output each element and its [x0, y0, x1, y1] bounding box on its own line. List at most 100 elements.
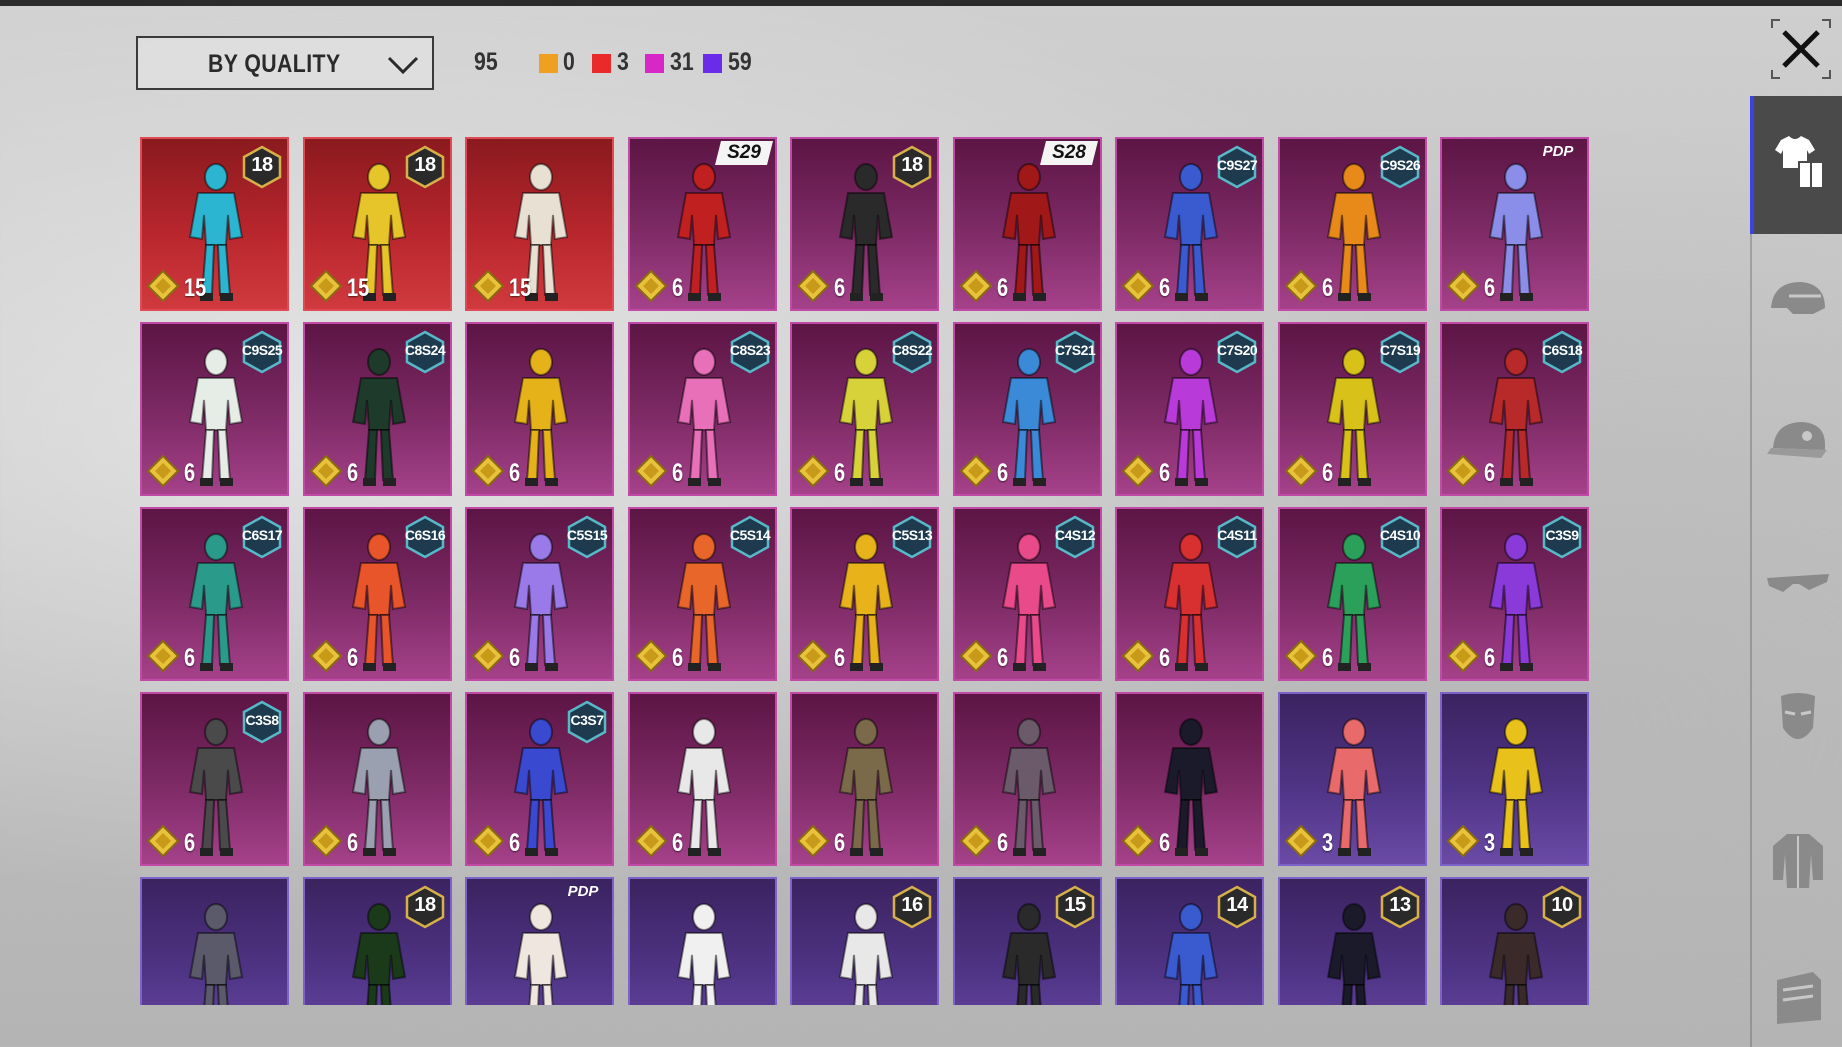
item-cost: 6 — [1159, 829, 1171, 857]
token-icon — [309, 454, 343, 488]
outfit-card[interactable]: 6 C8S23 — [628, 322, 777, 496]
outfit-card[interactable]: 15 18 — [303, 137, 452, 311]
age-rating-badge: 14 — [1216, 885, 1258, 929]
season-badge: C3S7 — [566, 700, 608, 744]
season-badge: C7S20 — [1216, 330, 1258, 374]
outfit-card[interactable]: 6 C6S17 — [140, 507, 289, 681]
pass-badge: PDP — [1533, 143, 1583, 165]
outfit-card[interactable]: 6 C7S20 — [1115, 322, 1264, 496]
outfit-card[interactable]: 6 C4S10 — [1278, 507, 1427, 681]
outfit-card[interactable]: 10 — [1440, 877, 1589, 1005]
outfit-card[interactable]: 15 — [465, 137, 614, 311]
outfit-card[interactable]: 6 — [1115, 692, 1264, 866]
season-badge: C8S24 — [404, 330, 446, 374]
outfit-card[interactable]: 6 — [303, 692, 452, 866]
outfit-card[interactable]: 6 — [465, 322, 614, 496]
outfit-card[interactable]: 16 — [790, 877, 939, 1005]
red-count: 3 — [617, 48, 629, 76]
outfit-card[interactable]: 6 C8S22 — [790, 322, 939, 496]
badge-label: C3S9 — [1545, 527, 1579, 543]
outfit-card[interactable]: 6 C7S19 — [1278, 322, 1427, 496]
outfit-card[interactable]: 6 C5S14 — [628, 507, 777, 681]
badge-label: C9S25 — [241, 342, 283, 358]
badge-label: C9S27 — [1216, 157, 1258, 173]
badge-label: C5S13 — [891, 527, 933, 543]
badge-label: 18 — [251, 154, 273, 176]
outfit-card[interactable]: 6 C3S8 — [140, 692, 289, 866]
outfit-card[interactable]: 15 — [953, 877, 1102, 1005]
outfit-card[interactable]: 6 C5S13 — [790, 507, 939, 681]
token-icon — [1121, 269, 1155, 303]
outfit-icon[interactable] — [1763, 134, 1833, 194]
age-rating-badge: 18 — [404, 145, 446, 189]
season-badge: C4S10 — [1379, 515, 1421, 559]
badge-label: C4S10 — [1379, 527, 1421, 543]
violet-count: 59 — [728, 48, 752, 76]
badge-label: C7S21 — [1054, 342, 1096, 358]
outfit-card[interactable]: 6 C8S24 — [303, 322, 452, 496]
outfit-card[interactable]: 6 18 — [790, 137, 939, 311]
token-icon — [959, 454, 993, 488]
token-icon — [1446, 639, 1480, 673]
item-cost: 6 — [672, 829, 684, 857]
badge-label: C3S8 — [245, 712, 279, 728]
mask-icon[interactable] — [1763, 690, 1833, 750]
token-icon — [471, 824, 505, 858]
outfit-card[interactable] — [140, 877, 289, 1005]
item-cost: 6 — [1322, 644, 1334, 672]
outfit-card[interactable]: 6 C9S27 — [1115, 137, 1264, 311]
cap-icon[interactable] — [1763, 412, 1833, 472]
backpack-icon[interactable] — [1763, 966, 1833, 1026]
outfit-card[interactable]: PDP — [465, 877, 614, 1005]
outfit-card[interactable]: 6 C7S21 — [953, 322, 1102, 496]
sort-dropdown[interactable]: BY QUALITY — [136, 36, 434, 90]
outfit-card[interactable]: 15 18 — [140, 137, 289, 311]
token-icon — [1121, 454, 1155, 488]
outfit-card[interactable]: 6 — [790, 692, 939, 866]
item-cost: 15 — [184, 274, 207, 302]
item-cost: 6 — [509, 644, 521, 672]
helmet-icon[interactable] — [1763, 274, 1833, 334]
outfit-card[interactable]: 6 C6S18 — [1440, 322, 1589, 496]
outfit-card[interactable]: 6 C4S11 — [1115, 507, 1264, 681]
outfit-card[interactable] — [628, 877, 777, 1005]
item-cost: 6 — [1159, 274, 1171, 302]
badge-label: C3S7 — [570, 712, 604, 728]
outfit-card[interactable]: 14 — [1115, 877, 1264, 1005]
badge-label: C7S19 — [1379, 342, 1421, 358]
outfit-card[interactable]: 6 S29 — [628, 137, 777, 311]
outfit-card[interactable]: 6 — [628, 692, 777, 866]
outfit-card[interactable]: 3 — [1440, 692, 1589, 866]
badge-label: C8S22 — [891, 342, 933, 358]
outfit-card[interactable]: 18 — [303, 877, 452, 1005]
outfit-card[interactable]: 6 — [953, 692, 1102, 866]
outfit-card[interactable]: 6 C9S26 — [1278, 137, 1427, 311]
outfit-card[interactable]: 6 C9S25 — [140, 322, 289, 496]
item-cost: 6 — [509, 829, 521, 857]
season-badge: S29 — [715, 141, 773, 165]
item-cost: 15 — [347, 274, 370, 302]
outfit-card[interactable]: 3 — [1278, 692, 1427, 866]
item-cost: 3 — [1484, 829, 1496, 857]
outfit-card[interactable]: 6 C3S7 — [465, 692, 614, 866]
outfit-card[interactable]: 6 C6S16 — [303, 507, 452, 681]
red-quality-swatch — [592, 54, 611, 73]
token-icon — [796, 269, 830, 303]
outfit-card[interactable]: 6 S28 — [953, 137, 1102, 311]
glasses-icon[interactable] — [1763, 552, 1833, 612]
outfit-card[interactable]: 13 — [1278, 877, 1427, 1005]
magenta-count: 31 — [670, 48, 694, 76]
jacket-icon[interactable] — [1763, 830, 1833, 890]
outfit-card[interactable]: 6 PDP — [1440, 137, 1589, 311]
age-rating-badge: 18 — [404, 885, 446, 929]
item-cost: 6 — [184, 644, 196, 672]
item-cost: 6 — [997, 274, 1009, 302]
outfit-card[interactable]: 6 C3S9 — [1440, 507, 1589, 681]
token-icon — [1446, 824, 1480, 858]
outfit-card[interactable]: 6 C5S15 — [465, 507, 614, 681]
outfit-card[interactable]: 6 C4S12 — [953, 507, 1102, 681]
token-icon — [1121, 639, 1155, 673]
violet-quality-swatch — [703, 54, 722, 73]
outfit-figure — [676, 903, 732, 1005]
close-icon[interactable] — [1770, 18, 1832, 80]
